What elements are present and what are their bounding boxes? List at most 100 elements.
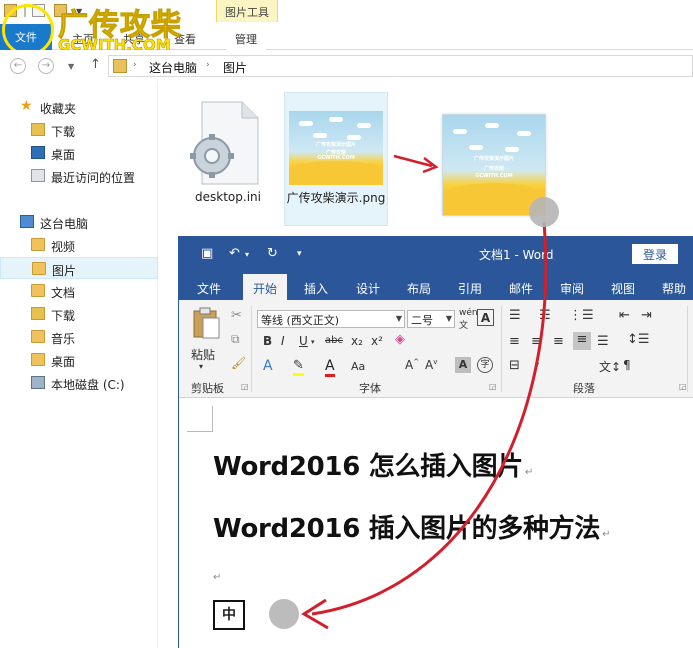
show-marks-icon[interactable]: ¶	[623, 358, 631, 372]
tab-manage[interactable]: 管理	[226, 27, 266, 50]
tab-references[interactable]: 引用	[458, 280, 482, 297]
shrink-font-icon[interactable]: Av	[425, 358, 437, 372]
clipboard-launcher-icon[interactable]: ◲	[241, 382, 249, 391]
bullets-icon[interactable]: ☰	[509, 308, 521, 323]
sidebar-item-favorites[interactable]: ★ 收藏夹	[0, 96, 158, 118]
sidebar-item-desktop[interactable]: 桌面	[0, 349, 158, 371]
justify-icon[interactable]: ≡	[573, 332, 591, 350]
underline-dropdown-icon[interactable]: ▾	[311, 338, 315, 346]
address-bar[interactable]: › 这台电脑 › 图片	[108, 55, 693, 77]
paste-button[interactable]	[191, 306, 221, 342]
subscript-icon[interactable]: x₂	[351, 334, 363, 348]
character-border-icon[interactable]: A	[477, 309, 494, 326]
sidebar-item-local-disk[interactable]: 本地磁盘 (C:)	[0, 372, 158, 394]
tab-help[interactable]: 帮助	[662, 280, 686, 297]
chevron-down-icon[interactable]: ▼	[446, 314, 452, 323]
strikethrough-icon[interactable]: abc	[325, 335, 343, 346]
back-button[interactable]: ←	[10, 58, 26, 74]
paragraph-launcher-icon[interactable]: ◲	[679, 382, 687, 391]
file-desktop-ini[interactable]: desktop.ini	[178, 96, 278, 216]
file-name: desktop.ini	[195, 190, 261, 204]
chevron-right-icon[interactable]: ›	[133, 60, 137, 70]
align-left-icon[interactable]: ≡	[509, 334, 520, 349]
paste-label[interactable]: 粘贴	[191, 346, 215, 363]
save-icon[interactable]: ▣	[201, 246, 213, 261]
align-right-icon[interactable]: ≡	[553, 334, 564, 349]
superscript-icon[interactable]: x²	[371, 334, 383, 348]
increase-indent-icon[interactable]: ⇥	[641, 308, 652, 323]
doc-heading-1[interactable]: Word2016 怎么插入图片 ↵	[213, 446, 533, 483]
tab-insert[interactable]: 插入	[304, 280, 328, 297]
undo-icon[interactable]: ↶	[229, 246, 240, 261]
undo-dropdown-icon[interactable]: ▾	[245, 250, 249, 259]
redo-icon[interactable]: ↻	[267, 246, 278, 261]
breadcrumb-this-pc[interactable]: 这台电脑	[149, 59, 197, 76]
sidebar-item-this-pc[interactable]: 这台电脑	[0, 211, 158, 233]
sidebar-item-label: 视频	[51, 240, 76, 254]
line-spacing-icon[interactable]: ↕☰	[627, 332, 650, 347]
grow-font-icon[interactable]: A^	[405, 358, 419, 372]
cut-icon[interactable]: ✂	[231, 308, 242, 323]
document-canvas[interactable]: Word2016 怎么插入图片 ↵ Word2016 插入图片的多种方法 ↵ ↵ 中	[179, 398, 693, 648]
music-folder-icon	[31, 330, 45, 343]
sidebar-item-fav-desktop[interactable]: 桌面	[0, 142, 158, 164]
numbering-icon[interactable]: ☷	[539, 308, 551, 323]
highlight-icon[interactable]: ✎	[293, 358, 304, 376]
underline-icon[interactable]: U	[299, 334, 308, 348]
dragged-image-preview[interactable]: 广传攻柴演示图片 广传攻柴 GCWITH.COM	[442, 114, 546, 216]
phonetic-guide-icon[interactable]: wén 文	[459, 308, 478, 331]
text-effects-icon[interactable]: A	[263, 358, 273, 374]
character-shading-icon[interactable]: A	[455, 357, 471, 373]
sidebar-item-pictures[interactable]: 图片	[0, 257, 158, 279]
sidebar-item-label: 本地磁盘 (C:)	[51, 378, 125, 392]
bold-icon[interactable]: B	[263, 334, 272, 348]
align-center-icon[interactable]: ≡	[531, 334, 542, 349]
sidebar-item-downloads[interactable]: 下载	[0, 303, 158, 325]
sidebar-item-recent[interactable]: 最近访问的位置	[0, 165, 158, 187]
breadcrumb-pictures[interactable]: 图片	[223, 59, 247, 76]
font-launcher-icon[interactable]: ◲	[489, 382, 497, 391]
paste-dropdown-icon[interactable]: ▾	[199, 362, 203, 371]
multilevel-list-icon[interactable]: ⋮☰	[569, 308, 594, 323]
chevron-right-icon[interactable]: ›	[206, 60, 210, 70]
customize-qat-icon[interactable]: ▾	[297, 249, 302, 259]
distributed-icon[interactable]: ☰	[597, 334, 609, 349]
sidebar-item-documents[interactable]: 文档	[0, 280, 158, 302]
tab-view[interactable]: 视图	[611, 280, 635, 297]
doc-heading-2[interactable]: Word2016 插入图片的多种方法 ↵	[213, 508, 610, 545]
font-color-icon[interactable]: A	[325, 358, 335, 377]
sidebar-item-label: 最近访问的位置	[51, 171, 136, 185]
chevron-down-icon[interactable]: ▾	[535, 360, 539, 369]
sidebar-item-label: 文档	[51, 286, 76, 300]
copy-icon[interactable]: ⧉	[231, 332, 240, 347]
tab-file[interactable]: 文件	[197, 280, 221, 297]
italic-icon[interactable]: I	[281, 334, 285, 348]
chevron-down-icon[interactable]: ▼	[396, 314, 402, 323]
font-size-combo[interactable]: 二号 ▼	[407, 310, 455, 328]
font-name-combo[interactable]: 等线 (西文正文) ▼	[257, 310, 405, 328]
sidebar-item-music[interactable]: 音乐	[0, 326, 158, 348]
change-case-icon[interactable]: Aa	[351, 360, 365, 373]
decrease-indent-icon[interactable]: ⇤	[619, 308, 630, 323]
clear-formatting-icon[interactable]: ◈	[395, 332, 405, 347]
file-png-thumbnail[interactable]: 广传攻柴演示图片 广传攻柴 GCWITH.COM 广传攻柴演示.png	[284, 92, 388, 226]
recent-locations-button[interactable]: ▼	[68, 62, 74, 71]
chinese-layout-icon[interactable]: ⊟	[509, 358, 520, 373]
navigation-pane: ★ 收藏夹 下载 桌面 最近访问的位置 这台电脑 视频 图片 文档 下载 音乐 …	[0, 82, 158, 648]
sidebar-item-fav-downloads[interactable]: 下载	[0, 119, 158, 141]
sort-icon[interactable]: 文↕	[599, 358, 621, 375]
tab-mailings[interactable]: 邮件	[509, 280, 533, 297]
drag-arrow-short	[393, 154, 433, 168]
format-painter-icon[interactable]: 🖌	[231, 356, 246, 370]
ime-status-box[interactable]: 中	[213, 600, 245, 630]
sign-in-button[interactable]: 登录	[632, 244, 678, 264]
up-button[interactable]: ↑	[90, 57, 101, 72]
tab-home[interactable]: 开始	[243, 274, 288, 300]
clipboard-icon	[193, 307, 220, 339]
tab-review[interactable]: 审阅	[560, 280, 584, 297]
tab-layout[interactable]: 布局	[407, 280, 431, 297]
tab-design[interactable]: 设计	[356, 280, 380, 297]
sidebar-item-videos[interactable]: 视频	[0, 234, 158, 256]
enclose-characters-icon[interactable]: 字	[477, 357, 493, 373]
forward-button[interactable]: →	[38, 58, 54, 74]
